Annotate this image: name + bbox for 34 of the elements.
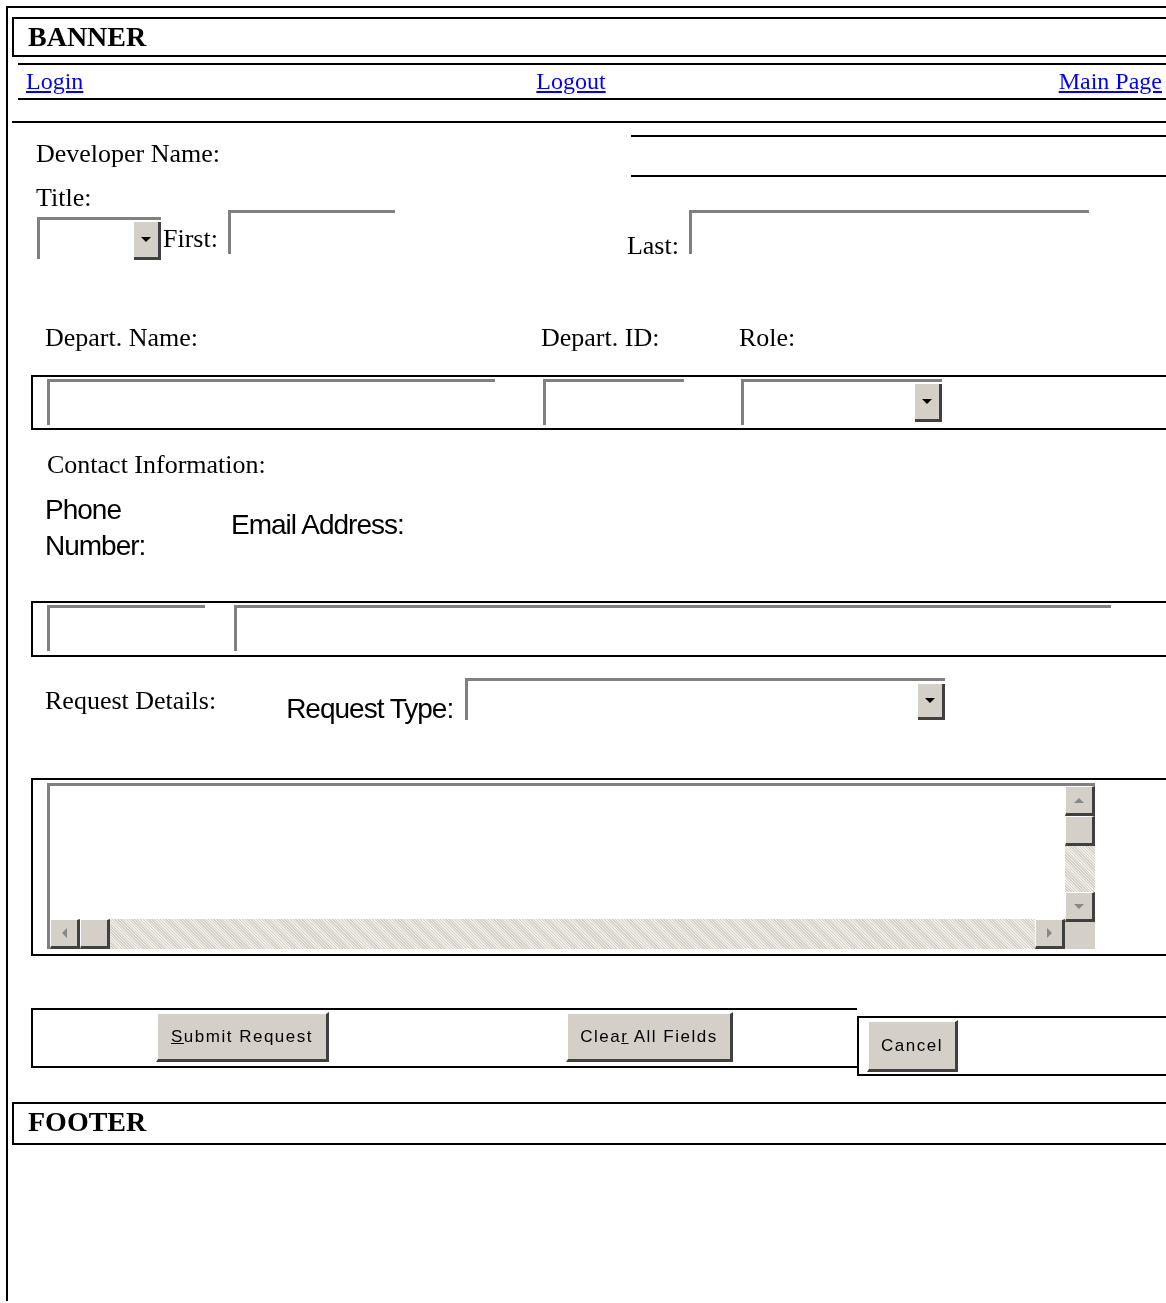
field-label: Phone Number:	[45, 493, 147, 563]
request-type-dropdown[interactable]	[465, 678, 946, 720]
field-label: First:	[163, 224, 218, 254]
field-label: Depart. ID:	[541, 323, 661, 353]
field-label: Depart. Name:	[45, 323, 200, 353]
banner-title: BANNER	[28, 21, 147, 52]
field-label: Email Address:	[231, 510, 404, 540]
field-label: Role:	[739, 323, 796, 353]
submit-button[interactable]: Submit Request	[156, 1012, 329, 1062]
nav-link[interactable]: Main Page	[1058, 68, 1162, 95]
role-dropdown[interactable]	[741, 379, 942, 425]
footer-title: FOOTER	[28, 1106, 147, 1137]
nav-link[interactable]: Login	[26, 68, 84, 95]
nav-link[interactable]: Logout	[536, 68, 606, 95]
field-label: Title:	[36, 183, 93, 213]
horizontal-scrollbar[interactable]	[50, 919, 1065, 949]
section-label: Developer Name:	[36, 139, 221, 169]
vertical-scrollbar[interactable]	[1065, 786, 1095, 922]
section-label: Request Details:	[45, 686, 217, 716]
scroll-left-icon[interactable]	[50, 919, 80, 949]
section-label: Contact Information:	[47, 450, 267, 480]
title-dropdown[interactable]	[37, 217, 161, 259]
scroll-thumb[interactable]	[80, 919, 110, 949]
scrollbar-corner	[1065, 922, 1095, 949]
department-id-field[interactable]	[543, 379, 684, 425]
scroll-down-icon[interactable]	[1065, 892, 1095, 922]
scroll-up-icon[interactable]	[1065, 786, 1095, 816]
scroll-right-icon[interactable]	[1035, 919, 1065, 949]
field-label: Last:	[626, 231, 679, 261]
department-name-field[interactable]	[47, 379, 495, 425]
scroll-thumb[interactable]	[1065, 816, 1095, 846]
field-label: Request Type:	[286, 694, 454, 724]
clear-button[interactable]: Clear All Fields	[566, 1012, 733, 1062]
cancel-button[interactable]: Cancel	[867, 1020, 958, 1072]
